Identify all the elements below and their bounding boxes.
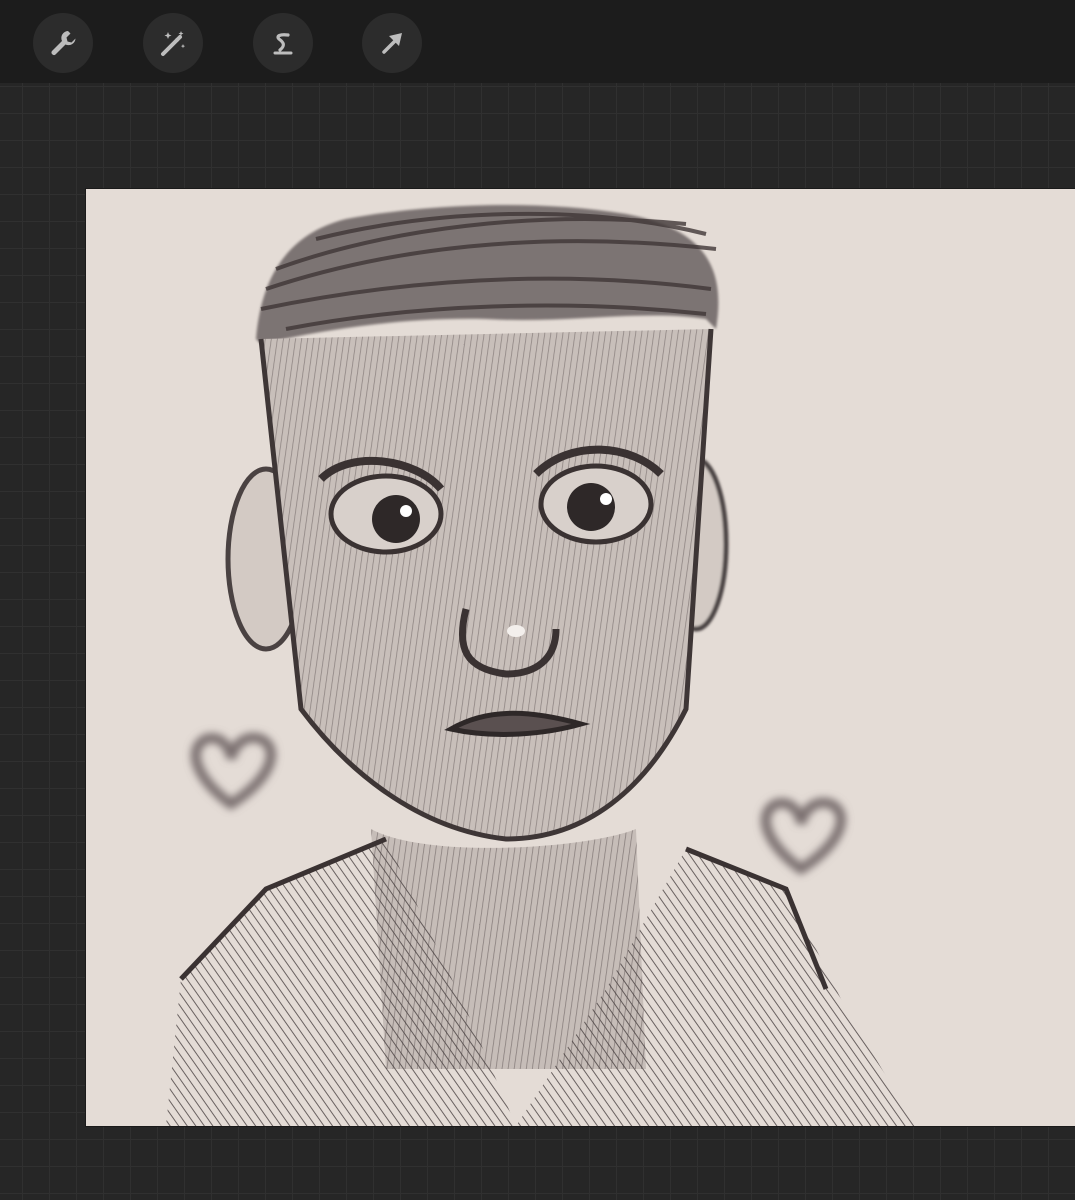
neck-and-shirt — [166, 829, 916, 1126]
selection-button[interactable] — [253, 13, 313, 73]
arrow-cursor-icon — [382, 33, 402, 54]
portrait-sketch — [166, 204, 916, 1126]
transform-button[interactable] — [362, 13, 422, 73]
wrench-icon — [51, 31, 76, 55]
left-heart — [190, 732, 276, 811]
adjustments-button[interactable] — [143, 13, 203, 73]
selection-s-icon — [273, 33, 293, 55]
right-heart — [760, 797, 846, 876]
actions-button[interactable] — [33, 13, 93, 73]
hair-scribble — [256, 204, 719, 344]
drawing-canvas[interactable] — [86, 189, 1075, 1126]
magic-wand-icon — [161, 31, 186, 56]
face — [258, 328, 714, 842]
top-toolbar — [0, 0, 1075, 84]
